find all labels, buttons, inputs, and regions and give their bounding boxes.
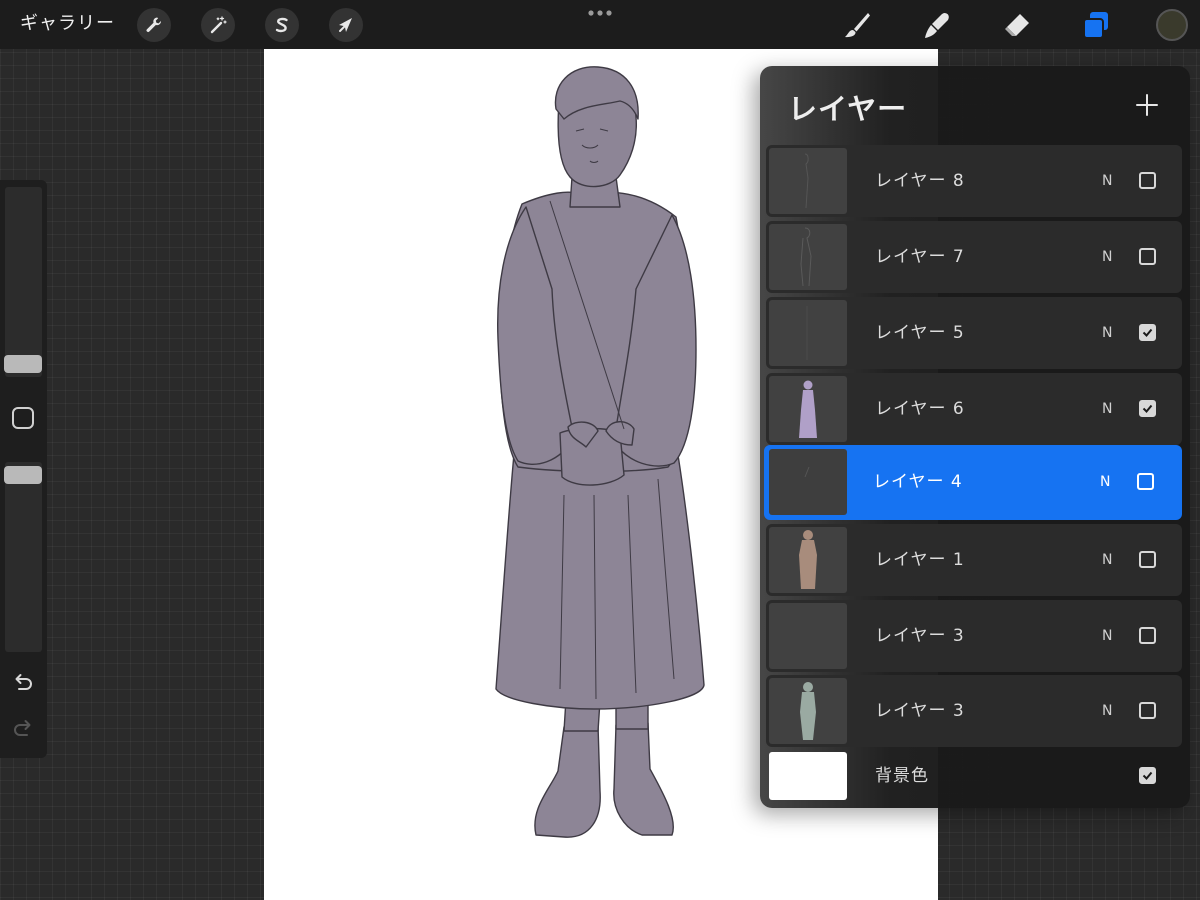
blend-mode-button[interactable]: N [1102, 524, 1112, 596]
layer-thumbnail [769, 449, 847, 515]
layer-thumbnail [769, 678, 847, 744]
smudge-button[interactable] [918, 6, 956, 44]
layers-panel: レイヤー レイヤー 8 N レイヤー 7 N レイヤー 5 N レイヤー 6 N… [760, 66, 1190, 808]
selection-button[interactable] [265, 8, 299, 42]
visibility-checkbox[interactable] [1139, 172, 1156, 189]
visibility-checkbox[interactable] [1139, 702, 1156, 719]
smudge-finger-icon [925, 13, 949, 38]
visibility-checkbox[interactable] [1139, 551, 1156, 568]
layer-thumbnail [769, 376, 847, 442]
layer-thumbnail [769, 300, 847, 366]
blend-mode-button[interactable]: N [1102, 373, 1112, 445]
layer-thumbnail [769, 603, 847, 669]
actions-button[interactable] [137, 8, 171, 42]
layers-panel-title: レイヤー [788, 92, 908, 126]
layer-thumbnail [769, 527, 847, 593]
background-layer-name: 背景色 [875, 766, 929, 786]
layer-row[interactable]: レイヤー 1 N [766, 524, 1182, 596]
brush-size-slider[interactable] [5, 187, 42, 377]
layer-row[interactable]: レイヤー 3 N [766, 675, 1182, 747]
visibility-checkbox[interactable] [1137, 473, 1154, 490]
brush-icon [845, 13, 870, 38]
plus-icon[interactable] [1132, 90, 1162, 120]
eraser-icon [1005, 14, 1029, 36]
check-icon [1142, 771, 1153, 780]
undo-icon[interactable] [11, 670, 35, 694]
magic-wand-icon [210, 16, 227, 34]
check-icon [1142, 404, 1153, 413]
layer-name: レイヤー 1 [875, 550, 965, 570]
transform-button[interactable] [329, 8, 363, 42]
layer-thumbnail [769, 148, 847, 214]
blend-mode-button[interactable]: N [1100, 445, 1110, 520]
arrow-cursor-icon [339, 18, 352, 32]
layer-name: レイヤー 4 [873, 472, 963, 492]
layer-row[interactable]: レイヤー 7 N [766, 221, 1182, 293]
layers-icon [1083, 12, 1108, 39]
blend-mode-button[interactable]: N [1102, 297, 1112, 369]
blend-mode-button[interactable]: N [1102, 221, 1112, 293]
visibility-checkbox[interactable] [1139, 400, 1156, 417]
modify-button[interactable] [12, 407, 34, 429]
layer-row[interactable]: レイヤー 3 N [766, 600, 1182, 672]
color-picker-button[interactable] [1156, 9, 1188, 41]
visibility-checkbox[interactable] [1139, 324, 1156, 341]
layer-name: レイヤー 7 [875, 247, 965, 267]
layer-thumbnail [769, 224, 847, 290]
opacity-thumb[interactable] [4, 466, 42, 484]
layers-button[interactable] [1077, 6, 1115, 44]
background-color-row[interactable]: 背景色 [766, 749, 1182, 803]
top-toolbar: ギャラリー [0, 0, 1200, 49]
left-sidebar [0, 180, 47, 758]
layer-row[interactable]: レイヤー 8 N [766, 145, 1182, 217]
redo-icon[interactable] [11, 716, 35, 740]
blend-mode-button[interactable]: N [1102, 600, 1112, 672]
opacity-slider[interactable] [5, 462, 42, 652]
background-visibility-checkbox[interactable] [1139, 767, 1156, 784]
layer-name: レイヤー 5 [875, 323, 965, 343]
more-options-icon[interactable] [585, 4, 615, 22]
visibility-checkbox[interactable] [1139, 627, 1156, 644]
layer-name: レイヤー 8 [875, 171, 965, 191]
brush-button[interactable] [838, 6, 876, 44]
background-color-thumbnail [769, 752, 847, 800]
visibility-checkbox[interactable] [1139, 248, 1156, 265]
wrench-icon [146, 17, 162, 32]
layer-name: レイヤー 3 [875, 626, 965, 646]
blend-mode-button[interactable]: N [1102, 145, 1112, 217]
layer-row[interactable]: レイヤー 5 N [766, 297, 1182, 369]
eraser-button[interactable] [998, 6, 1036, 44]
layer-row[interactable]: レイヤー 6 N [766, 373, 1182, 445]
selection-s-icon [275, 17, 288, 33]
layer-name: レイヤー 3 [875, 701, 965, 721]
check-icon [1142, 328, 1153, 337]
blend-mode-button[interactable]: N [1102, 675, 1112, 747]
layer-row-selected[interactable]: レイヤー 4 N [764, 445, 1182, 520]
brush-size-thumb[interactable] [4, 355, 42, 373]
adjustments-button[interactable] [201, 8, 235, 42]
gallery-button[interactable]: ギャラリー [20, 10, 115, 38]
layer-name: レイヤー 6 [875, 399, 965, 419]
